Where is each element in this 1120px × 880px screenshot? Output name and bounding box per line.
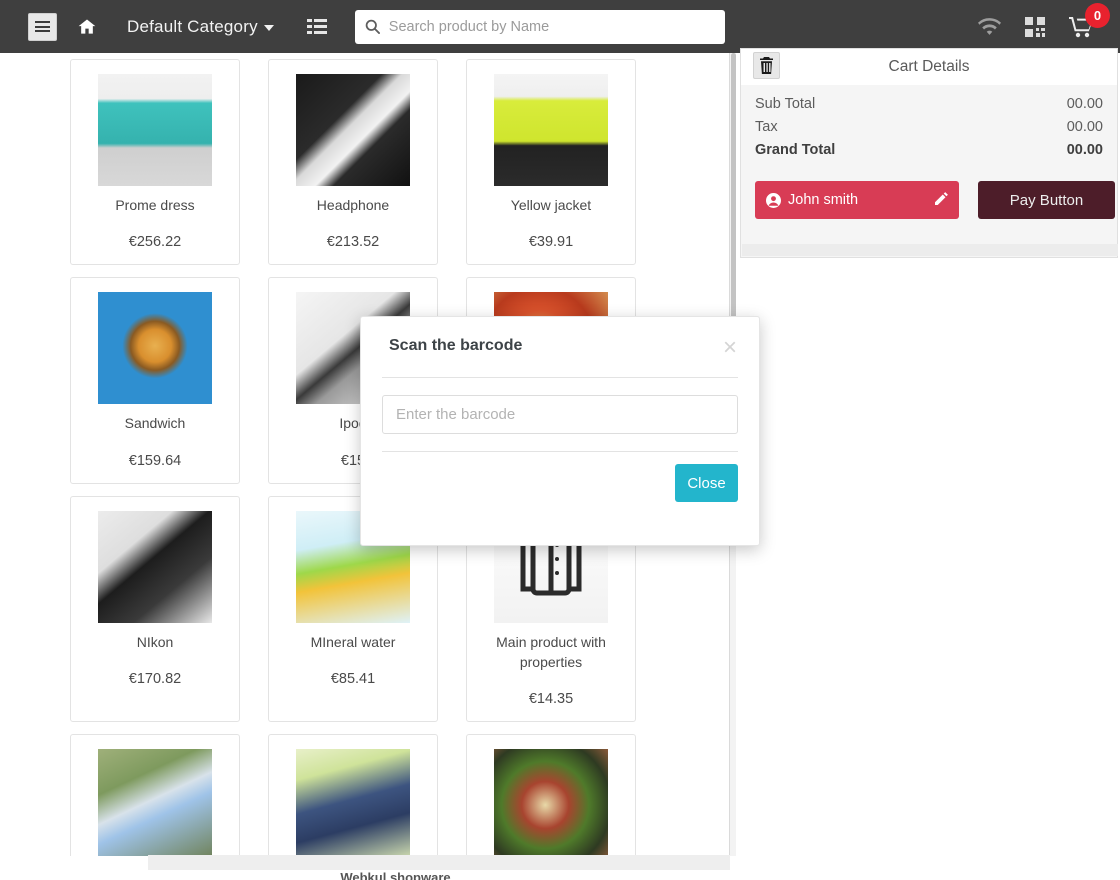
product-card[interactable]: Prome dress €256.22 (70, 59, 240, 266)
modal-title: Scan the barcode (389, 337, 523, 354)
modal-header: Scan the barcode × (361, 317, 759, 377)
product-image (98, 74, 212, 186)
product-image (296, 74, 410, 186)
product-card[interactable]: Salad (466, 734, 636, 856)
cart-row-tax: Tax 00.00 (755, 116, 1103, 139)
subtotal-value: 00.00 (1066, 96, 1103, 112)
product-name: Yellow jacket (510, 197, 592, 213)
shopping-cart-icon[interactable]: 0 (1069, 2, 1110, 38)
product-price: €14.35 (528, 691, 574, 708)
hamburger-bars (35, 19, 50, 35)
product-price: €256.22 (128, 234, 182, 251)
customer-name: John smith (788, 192, 859, 208)
cart-row-grand-total: Grand Total 00.00 (755, 139, 1103, 162)
chevron-down-icon (263, 25, 274, 31)
subtotal-label: Sub Total (755, 96, 816, 112)
product-name: Headphone (316, 197, 390, 213)
category-label: Default Category (127, 16, 258, 36)
home-icon[interactable] (76, 17, 98, 37)
user-circle-icon (766, 192, 781, 208)
cart-row-subtotal: Sub Total 00.00 (755, 93, 1103, 116)
product-price: €213.52 (326, 234, 380, 251)
modal-footer: Close (361, 452, 759, 502)
product-image (494, 749, 608, 856)
product-card[interactable]: Sandwich €159.64 (70, 277, 240, 484)
tax-label: Tax (755, 119, 778, 135)
search-input[interactable] (388, 18, 715, 35)
topbar-actions: 0 (978, 2, 1110, 38)
product-image (494, 74, 608, 186)
footer-brand: Webkul shopware (340, 870, 451, 880)
close-icon[interactable]: × (723, 336, 737, 360)
modal-body (361, 378, 759, 451)
cart-details-panel: Cart Details Sub Total 00.00 Tax 00.00 G… (740, 48, 1118, 258)
pencil-icon[interactable] (935, 192, 948, 205)
list-icon[interactable] (306, 18, 327, 36)
product-card[interactable]: NIkon €170.82 (70, 495, 240, 723)
grand-total-value: 00.00 (1066, 142, 1103, 158)
product-card[interactable]: Ladies purse (268, 734, 438, 856)
product-price: €85.41 (330, 670, 376, 687)
barcode-scan-modal: Scan the barcode × Close (360, 316, 760, 546)
grand-total-label: Grand Total (755, 142, 836, 158)
cart-action-buttons: John smith Pay Button (755, 181, 1115, 219)
cart-panel-header: Cart Details (741, 49, 1117, 85)
product-name: Main product with properties (496, 633, 606, 670)
product-price: €39.91 (528, 234, 574, 251)
wifi-icon[interactable] (978, 17, 1001, 36)
product-image (98, 749, 212, 856)
product-image (98, 292, 212, 405)
product-grid-horizontal-scrollbar[interactable] (148, 855, 730, 870)
product-name: MIneral water (310, 633, 396, 650)
product-image (98, 510, 212, 623)
tax-value: 00.00 (1066, 119, 1103, 135)
product-card[interactable]: iphone (70, 734, 240, 856)
category-selector[interactable]: Default Category (127, 17, 274, 37)
product-image (296, 749, 410, 856)
product-price: €170.82 (128, 670, 182, 687)
product-name: NIkon (136, 633, 174, 650)
product-card[interactable]: Yellow jacket €39.91 (466, 59, 636, 266)
search-box[interactable] (354, 9, 725, 44)
customer-button[interactable]: John smith (755, 181, 959, 219)
pos-app: Default Category Search product by Name … (0, 0, 1120, 880)
qrcode-icon[interactable] (1025, 16, 1045, 37)
product-price: €159.64 (128, 452, 182, 469)
product-card[interactable]: Headphone €213.52 (268, 59, 438, 266)
search-icon (365, 19, 380, 34)
cart-count-badge: 0 (1085, 2, 1110, 28)
cart-totals: Sub Total 00.00 Tax 00.00 Grand Total 00… (741, 85, 1117, 219)
product-name: Sandwich (124, 415, 186, 432)
cart-panel-scrollbar[interactable] (742, 244, 1118, 256)
top-navigation-bar: Default Category Search product by Name … (0, 0, 1120, 53)
modal-close-button[interactable]: Close (675, 464, 738, 502)
pay-button[interactable]: Pay Button (978, 181, 1115, 219)
cart-panel-title: Cart Details (888, 58, 970, 75)
hamburger-icon[interactable] (28, 12, 57, 41)
product-name: Prome dress (115, 197, 195, 213)
barcode-input[interactable] (382, 395, 738, 434)
